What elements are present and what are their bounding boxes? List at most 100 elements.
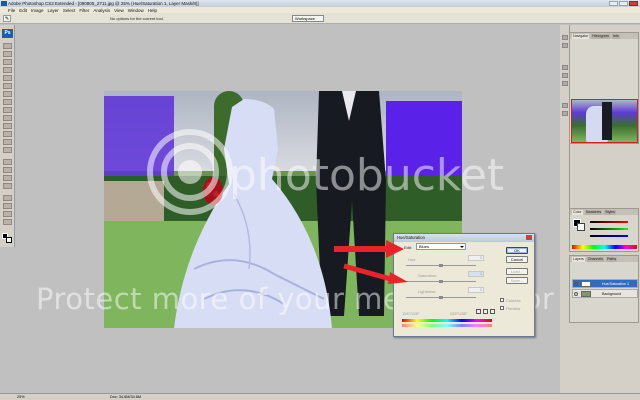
preview-checkbox[interactable] [500,306,504,310]
background-color-swatch[interactable] [6,237,12,243]
lightness-slider-knob[interactable] [439,296,443,299]
zoom-level[interactable]: 25% [17,395,25,399]
healing-brush-tool-icon[interactable] [3,91,12,97]
slice-tool-icon[interactable] [3,83,12,89]
tab-histogram[interactable]: Histogram [591,34,610,39]
navigator-thumbnail[interactable] [571,99,638,143]
blue-slider[interactable] [590,235,628,237]
eyedropper-minus-icon[interactable] [490,309,495,314]
watermark-logo-icon [147,129,233,215]
workspace-dropdown[interactable]: Workspace [292,15,324,22]
brush-tool-icon[interactable] [3,99,12,105]
range-left-readout: 195°/225° [402,311,420,316]
eyedropper-plus-icon[interactable] [483,309,488,314]
menu-view[interactable]: View [114,8,124,13]
hue-field[interactable]: 0 [468,255,484,261]
clone-source-panel-icon[interactable] [562,81,568,86]
saturation-slider-knob[interactable] [439,280,443,283]
cancel-button[interactable]: Cancel [506,256,528,263]
clone-stamp-tool-icon[interactable] [3,107,12,113]
tab-navigator[interactable]: Navigator [572,34,590,39]
eyedropper-icon[interactable] [476,309,481,314]
color-spectrum[interactable] [572,245,637,249]
crop-tool-icon[interactable] [3,75,12,81]
tool-presets-panel-icon[interactable] [562,73,568,78]
menu-help[interactable]: Help [148,8,157,13]
saturation-label: Saturation: [418,273,438,278]
green-slider[interactable] [590,228,628,230]
menu-filter[interactable]: Filter [79,8,89,13]
red-arrow-to-sliders-icon [343,263,408,284]
colorize-checkbox[interactable] [500,298,504,302]
layer-row[interactable]: Hue/Saturation 1 [572,279,638,288]
layer-row[interactable]: Background [572,289,638,298]
color-background-swatch[interactable] [577,223,585,231]
dialog-close-icon[interactable] [526,235,532,240]
notes-tool-icon[interactable] [3,195,12,201]
title-bar: Adobe Photoshop CS3 Extended - [090805_2… [0,0,640,7]
eraser-tool-icon[interactable] [3,123,12,129]
menu-image[interactable]: Image [31,8,44,13]
colorize-label: Colorize [506,298,521,303]
edit-channel-select[interactable]: Blues [416,243,466,250]
history-brush-tool-icon[interactable] [3,115,12,121]
maximize-button[interactable] [619,1,628,6]
gradient-tool-icon[interactable] [3,131,12,137]
layer-thumbnail [581,281,591,287]
save-button[interactable]: Save... [506,277,528,284]
hand-tool-icon[interactable] [3,211,12,217]
brushes-panel-icon[interactable] [562,65,568,70]
shape-tool-icon[interactable] [3,183,12,189]
red-slider[interactable] [590,221,628,223]
menu-file[interactable]: File [8,8,15,13]
menu-select[interactable]: Select [63,8,76,13]
visibility-eye-icon[interactable] [574,282,578,286]
tab-swatches[interactable]: Swatches [584,210,603,215]
ps-logo: Ps [2,29,13,38]
menu-layer[interactable]: Layer [48,8,59,13]
edit-label: Edit: [404,245,413,250]
tab-channels[interactable]: Channels [586,257,604,262]
visibility-eye-icon[interactable] [574,292,578,296]
character-panel-icon[interactable] [562,103,568,108]
saturation-field[interactable]: 0 [468,271,484,277]
lightness-field[interactable]: 0 [468,287,484,293]
blur-tool-icon[interactable] [3,139,12,145]
lasso-tool-icon[interactable] [3,59,12,65]
tab-styles[interactable]: Styles [604,210,616,215]
magic-wand-tool-icon[interactable] [3,67,12,73]
type-tool-icon[interactable] [3,167,12,173]
minimize-button[interactable] [609,1,618,6]
paragraph-panel-icon[interactable] [562,111,568,116]
eyedropper-tool-icon[interactable] [3,203,12,209]
menu-analysis[interactable]: Analysis [93,8,110,13]
zoom-tool-icon[interactable] [3,219,12,225]
current-tool-icon[interactable]: ✎ [3,15,11,22]
tab-layers[interactable]: Layers [572,257,585,262]
tab-paths[interactable]: Paths [605,257,618,262]
app-icon [1,1,7,6]
actions-panel-icon[interactable] [562,43,568,48]
hue-slider-knob[interactable] [439,264,443,267]
tab-info[interactable]: Info [611,34,620,39]
history-panel-icon[interactable] [562,35,568,40]
layer-thumbnail [581,291,591,297]
ok-button[interactable]: OK [506,247,528,254]
menu-window[interactable]: Window [128,8,144,13]
output-color-bar [402,324,492,327]
close-button[interactable] [629,1,638,6]
document-size: Doc: 34.6M/34.6M [110,395,142,399]
navigator-tabs: Navigator Histogram Info [570,33,638,39]
pen-tool-icon[interactable] [3,159,12,165]
color-panel: Color Swatches Styles [569,208,639,252]
navigator-panel: Navigator Histogram Info [569,32,639,144]
marquee-tool-icon[interactable] [3,51,12,57]
load-button[interactable]: Load... [506,268,528,275]
tab-color[interactable]: Color [572,210,583,215]
menu-edit[interactable]: Edit [19,8,27,13]
input-color-bar [402,319,492,322]
dodge-tool-icon[interactable] [3,147,12,153]
move-tool-icon[interactable] [3,43,12,49]
thumbnail-suit [602,102,612,140]
path-select-tool-icon[interactable] [3,175,12,181]
